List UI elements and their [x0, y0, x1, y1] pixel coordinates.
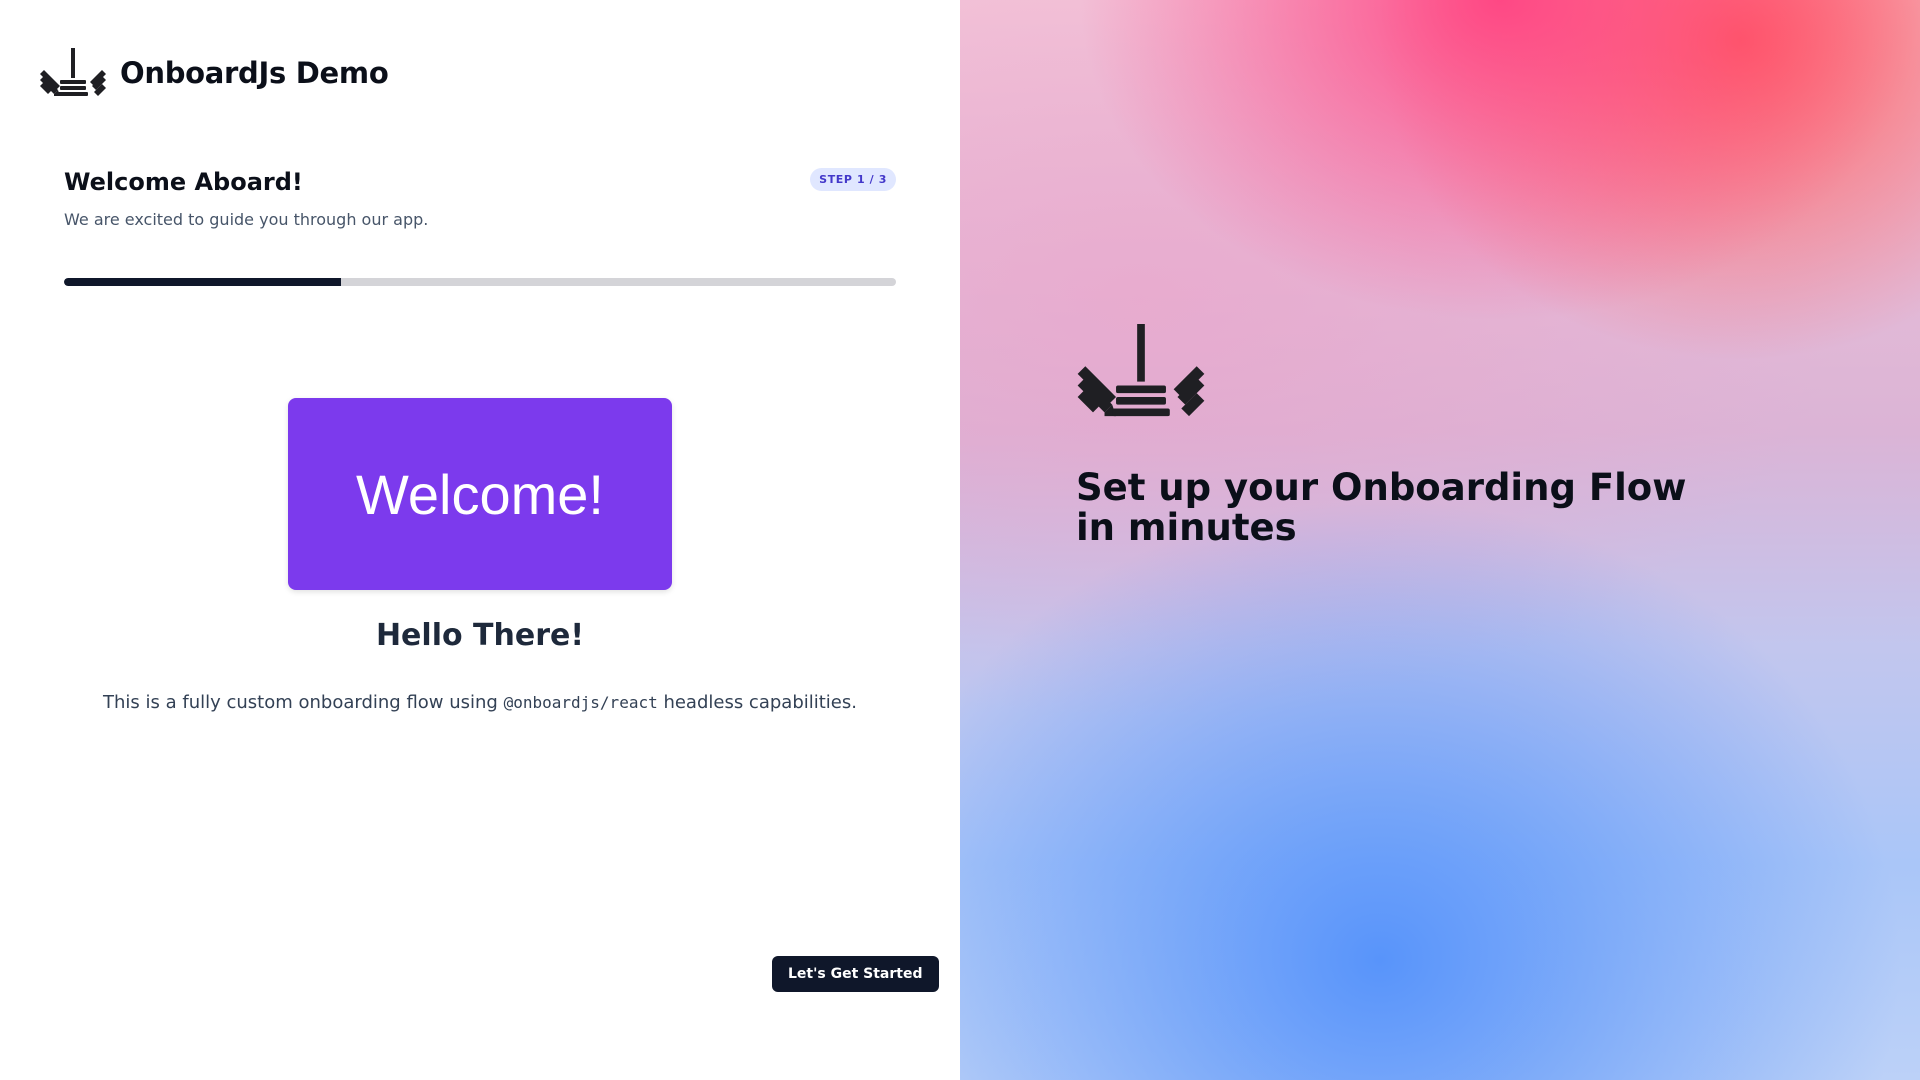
step-counter-badge: STEP 1 / 3 — [810, 168, 896, 191]
step-title: Welcome Aboard! — [64, 168, 303, 196]
onboardjs-logo-icon — [40, 48, 106, 96]
step-heading: Hello There! — [375, 618, 585, 653]
step-subtitle: We are excited to guide you through our … — [64, 210, 429, 229]
description-text-after: headless capabilities. — [657, 692, 857, 713]
onboarding-panel: OnboardJs Demo Welcome Aboard! We are ex… — [0, 0, 960, 1080]
lets-get-started-button[interactable]: Let's Get Started — [772, 956, 939, 992]
package-name-code: @onboardjs/react — [503, 693, 658, 712]
brand-header: OnboardJs Demo — [40, 48, 389, 98]
welcome-hero-card: Welcome! — [288, 398, 672, 590]
onboardjs-logo-icon — [1077, 324, 1205, 417]
description-text-before: This is a fully custom onboarding flow u… — [103, 692, 504, 713]
step-description: This is a fully custom onboarding flow u… — [0, 692, 960, 713]
marketing-tagline: Set up your Onboarding Flow in minutes — [1076, 466, 1687, 549]
welcome-hero-text: Welcome! — [356, 462, 604, 526]
app-title: OnboardJs Demo — [120, 56, 389, 90]
marketing-aside: Set up your Onboarding Flow in minutes — [960, 0, 1920, 1080]
progress-bar — [64, 278, 896, 286]
progress-bar-fill — [64, 278, 342, 286]
step-header: Welcome Aboard! We are excited to guide … — [64, 168, 896, 229]
